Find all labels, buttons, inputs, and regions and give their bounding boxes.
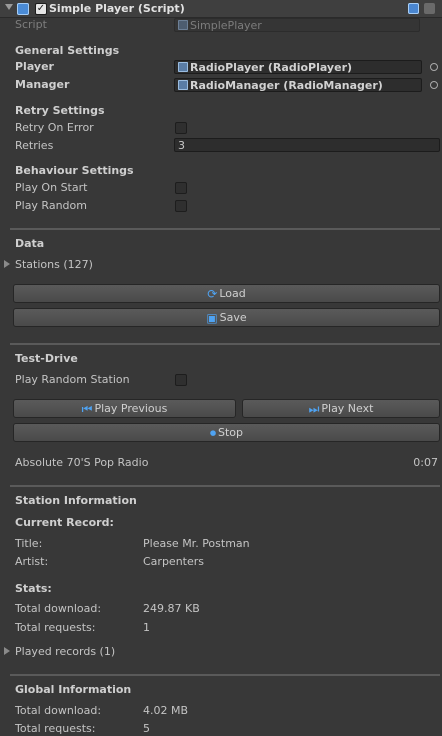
foldout-expanded-icon[interactable] [5,4,13,10]
help-icon[interactable] [408,3,419,14]
retry-on-error-label: Retry On Error [15,121,94,134]
settings-gear-icon[interactable] [424,3,435,14]
play-next-button[interactable]: ⏭ Play Next [242,399,440,418]
floppy-disk-icon: ▣ [206,310,218,325]
player-field-value: RadioPlayer (RadioPlayer) [190,61,353,74]
retry-settings-heading: Retry Settings [15,104,105,117]
save-button[interactable]: ▣ Save [13,308,440,327]
current-station-name: Absolute 70'S Pop Radio [15,456,149,469]
record-artist-value: Carpenters [143,555,204,568]
refresh-icon: ⟳ [207,286,218,301]
played-records-foldout[interactable]: Played records (1) [15,645,115,658]
component-header[interactable]: ✓ Simple Player (Script) [0,0,442,18]
play-random-label: Play Random [15,199,87,212]
script-icon [17,3,29,15]
current-record-heading: Current Record: [15,516,114,529]
component-title: Simple Player (Script) [49,2,185,15]
script-label: Script [15,18,47,31]
load-button[interactable]: ⟳ Load [13,284,440,303]
manager-field-value: RadioManager (RadioManager) [190,79,383,92]
global-total-download-label: Total download: [15,704,102,717]
foldout-collapsed-icon[interactable] [4,260,10,268]
global-information-heading: Global Information [15,683,132,696]
script-object-icon [178,62,188,72]
player-field[interactable]: RadioPlayer (RadioPlayer) [174,60,422,74]
play-on-start-checkbox[interactable] [175,182,187,194]
play-random-station-checkbox[interactable] [175,374,187,386]
behaviour-settings-heading: Behaviour Settings [15,164,134,177]
record-title-label: Title: [15,537,43,550]
stats-heading: Stats: [15,582,52,595]
station-total-requests-value: 1 [143,621,150,634]
save-button-label: Save [219,311,247,324]
script-object-icon [178,80,188,90]
global-total-download-value: 4.02 MB [143,704,189,717]
separator [10,674,440,676]
stop-icon: ⏺ [209,425,216,440]
stop-button[interactable]: ⏺ Stop [13,423,440,442]
station-information-heading: Station Information [15,494,137,507]
load-button-label: Load [219,287,246,300]
stations-foldout[interactable]: Stations (127) [15,258,93,271]
station-total-download-value: 249.87 KB [143,602,200,615]
play-next-label: Play Next [321,402,374,415]
general-settings-heading: General Settings [15,44,120,57]
global-total-requests-label: Total requests: [15,722,96,735]
script-field: SimplePlayer [174,18,420,32]
manager-field[interactable]: RadioManager (RadioManager) [174,78,422,92]
object-picker-icon[interactable] [430,63,438,71]
script-asset-icon [178,20,188,30]
manager-label: Manager [15,78,70,91]
playback-time: 0:07 [413,456,438,469]
record-artist-label: Artist: [15,555,49,568]
retries-input[interactable]: 3 [174,138,440,152]
player-label: Player [15,60,54,73]
retries-label: Retries [15,139,54,152]
data-heading: Data [15,237,45,250]
retry-on-error-checkbox[interactable] [175,122,187,134]
record-title-value: Please Mr. Postman [143,537,250,550]
play-random-checkbox[interactable] [175,200,187,212]
station-total-requests-label: Total requests: [15,621,96,634]
play-on-start-label: Play On Start [15,181,88,194]
play-previous-button[interactable]: ⏮ Play Previous [13,399,236,418]
foldout-collapsed-icon[interactable] [4,647,10,655]
skip-previous-icon: ⏮ [81,401,93,416]
global-total-requests-value: 5 [143,722,150,735]
separator [10,485,440,487]
test-drive-heading: Test-Drive [15,352,78,365]
script-field-value: SimplePlayer [190,19,262,32]
stop-button-label: Stop [218,426,244,439]
play-random-station-label: Play Random Station [15,373,130,386]
station-total-download-label: Total download: [15,602,102,615]
separator [10,343,440,345]
object-picker-icon[interactable] [430,81,438,89]
component-enabled-checkbox[interactable]: ✓ [35,3,47,15]
separator [10,228,440,230]
skip-next-icon: ⏭ [308,401,320,416]
play-previous-label: Play Previous [94,402,168,415]
